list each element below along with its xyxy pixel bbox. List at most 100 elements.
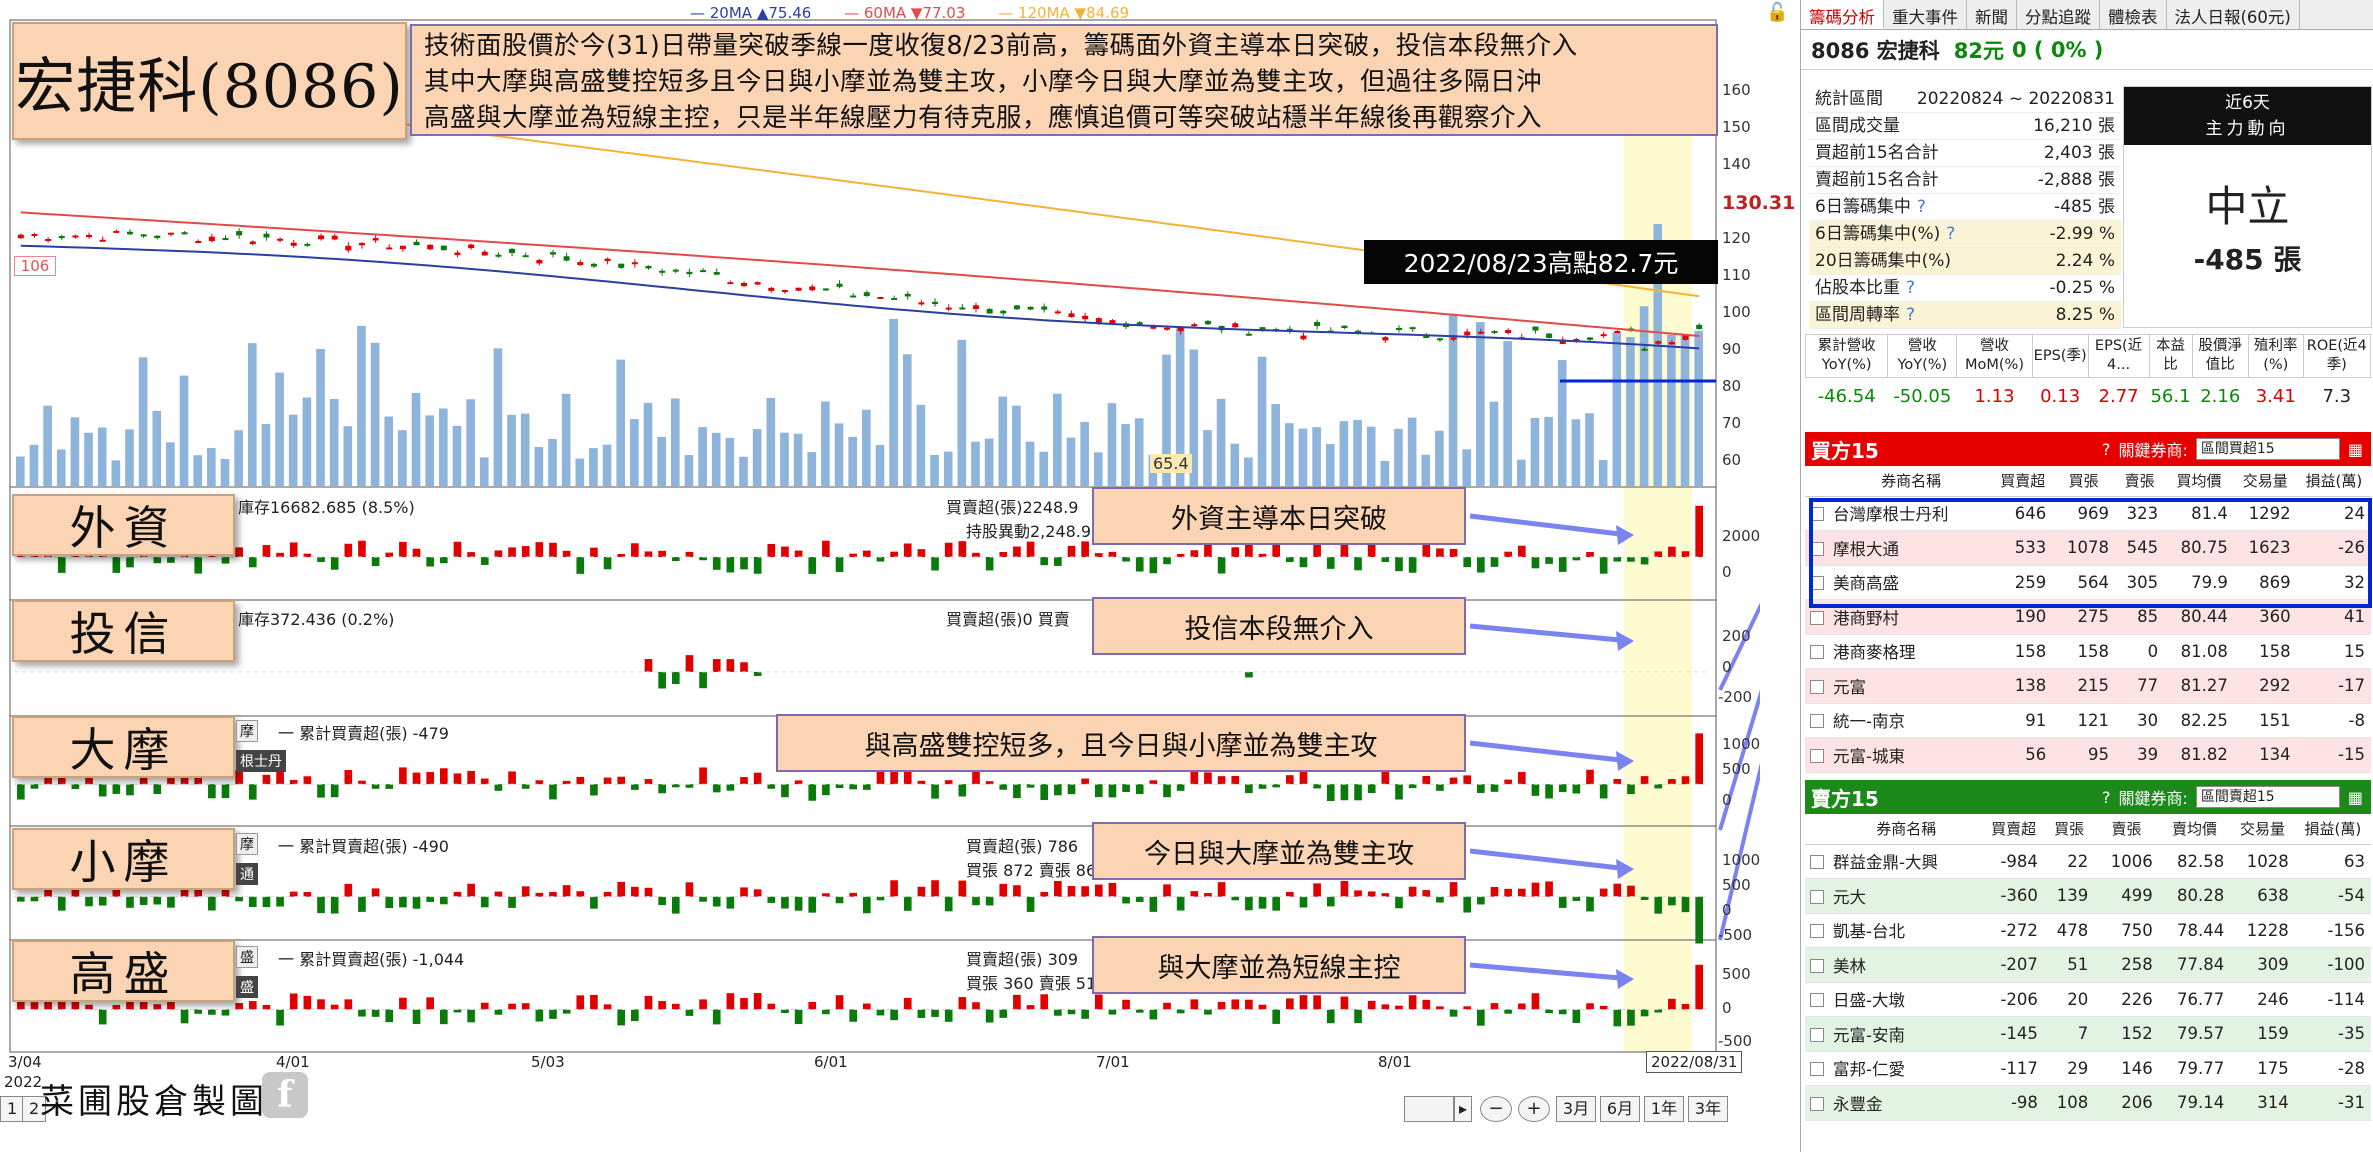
row-checkbox[interactable]	[1805, 1016, 1829, 1052]
checkbox-icon[interactable]	[1810, 993, 1824, 1008]
row-checkbox[interactable]	[1805, 913, 1829, 948]
chart-toggle-icon[interactable]: ▦	[2348, 788, 2363, 807]
checkbox-icon[interactable]	[1810, 958, 1824, 973]
broker-header[interactable]: 交易量	[2233, 466, 2297, 497]
chart-toggle-icon[interactable]: ▦	[2348, 440, 2363, 459]
checkbox-icon[interactable]	[1810, 924, 1824, 939]
broker-header[interactable]: 賣均價	[2158, 814, 2231, 845]
tab-branch-tracking[interactable]: 分點追蹤	[2017, 0, 2100, 29]
netbuy-bar	[153, 1004, 162, 1010]
checkbox-icon[interactable]	[1810, 679, 1824, 694]
row-checkbox[interactable]	[1805, 1085, 1829, 1121]
broker-row[interactable]: 元富-安南 -145 7 152 79.57 159 -35	[1805, 1016, 2371, 1052]
page-button[interactable]: 1	[0, 1096, 25, 1122]
lock-icon[interactable]: 🔓	[1766, 2, 1788, 23]
help-icon[interactable]: ?	[1946, 224, 1955, 244]
broker-cell: 138	[1993, 668, 2053, 704]
tab-major-events[interactable]: 重大事件	[1884, 0, 1967, 29]
row-checkbox[interactable]	[1805, 947, 1829, 983]
volume-bar	[398, 430, 407, 486]
broker-header[interactable]: 券商名稱	[1829, 466, 1994, 497]
zoom-in-icon[interactable]: +	[1518, 1096, 1550, 1122]
row-checkbox[interactable]	[1805, 634, 1829, 669]
broker-row[interactable]: 元大 -360 139 499 80.28 638 -54	[1805, 878, 2371, 914]
checkbox-icon[interactable]	[1810, 714, 1824, 729]
play-icon[interactable]: ▸	[1454, 1096, 1472, 1122]
x-axis-date: 3/04	[8, 1053, 42, 1071]
period-6m-button[interactable]: 6月	[1600, 1096, 1640, 1122]
zoom-out-icon[interactable]: −	[1480, 1096, 1512, 1122]
help-icon[interactable]: ?	[1917, 197, 1926, 217]
broker-row[interactable]: 統一-南京 91 121 30 82.25 151 -8	[1805, 703, 2371, 738]
checkbox-icon[interactable]	[1810, 748, 1824, 763]
tab-institutional-daily[interactable]: 法人日報(60元)	[2167, 0, 2300, 29]
broker-row[interactable]: 元富-城東 56 95 39 81.82 134 -15	[1805, 737, 2371, 773]
broker-header[interactable]: 損益(萬)	[2294, 814, 2371, 845]
period-1y-button[interactable]: 1年	[1644, 1096, 1684, 1122]
broker-row[interactable]: 富邦-仁愛 -117 29 146 79.77 175 -28	[1805, 1051, 2371, 1086]
row-checkbox[interactable]	[1805, 1051, 1829, 1086]
checkbox-icon[interactable]	[1810, 1096, 1824, 1111]
netbuy-bar	[740, 777, 748, 785]
chart-area[interactable]: — 20MA ▲75.46 — 60MA ▼77.03 — 120MA ▼84.…	[0, 0, 1795, 1152]
checkbox-icon[interactable]	[1810, 855, 1824, 870]
help-icon[interactable]: ?	[2102, 440, 2111, 459]
netbuy-bar	[167, 896, 175, 908]
broker-header[interactable]: 券商名稱	[1829, 814, 1984, 845]
broker-header[interactable]: 買賣超	[1983, 814, 2044, 845]
netbuy-bar	[863, 550, 871, 558]
checkbox-icon[interactable]	[1810, 1062, 1824, 1077]
broker-header[interactable]: 買均價	[2164, 466, 2234, 497]
help-icon[interactable]: ?	[2102, 788, 2111, 807]
broker-header[interactable]: 買張	[2043, 814, 2095, 845]
broker-header[interactable]: 賣張	[2094, 814, 2159, 845]
row-checkbox[interactable]	[1805, 982, 1829, 1017]
help-icon[interactable]: ?	[1906, 278, 1915, 298]
netbuy-bar	[1531, 882, 1540, 897]
goldman-toggle[interactable]: 盛	[236, 946, 258, 968]
period-3y-button[interactable]: 3年	[1688, 1096, 1728, 1122]
row-checkbox[interactable]	[1805, 737, 1829, 773]
broker-row[interactable]: 港商麥格理 158 158 0 81.08 158 15	[1805, 634, 2371, 669]
volume-bar	[138, 357, 148, 486]
checkbox-icon[interactable]	[1810, 645, 1824, 660]
broker-header[interactable]: 損益(萬)	[2296, 466, 2371, 497]
tab-health-check[interactable]: 體檢表	[2100, 0, 2167, 29]
price-chart-canvas[interactable]	[0, 0, 1760, 1152]
help-icon[interactable]: ?	[1906, 305, 1915, 325]
range-input[interactable]	[1404, 1096, 1454, 1122]
broker-header[interactable]: 買賣超	[1993, 466, 2053, 497]
volume-bar	[561, 393, 571, 486]
facebook-icon[interactable]: f	[262, 1072, 308, 1118]
checkbox-icon[interactable]	[1810, 889, 1824, 904]
broker-header[interactable]: 賣張	[2115, 466, 2165, 497]
jpmorgan-toggle[interactable]: 摩	[236, 833, 258, 855]
broker-row[interactable]: 永豐金 -98 108 206 79.14 314 -31	[1805, 1085, 2371, 1121]
buy-range-select[interactable]: 區間買超15	[2195, 438, 2340, 460]
tab-news[interactable]: 新聞	[1967, 0, 2017, 29]
goldman-netbuy: 買賣超(張) 309	[966, 950, 1079, 969]
netbuy-bar	[794, 780, 803, 785]
broker-header[interactable]: 買張	[2052, 466, 2116, 497]
morgan-stanley-toggle[interactable]: 摩	[236, 720, 258, 742]
netbuy-bar	[740, 557, 748, 570]
row-checkbox[interactable]	[1805, 668, 1829, 704]
checkbox-icon[interactable]	[1810, 610, 1824, 625]
sell-range-select[interactable]: 區間賣超15	[2195, 786, 2340, 808]
broker-row[interactable]: 美林 -207 51 258 77.84 309 -100	[1805, 947, 2371, 983]
checkbox-icon[interactable]	[1810, 1027, 1824, 1042]
netbuy-bar	[767, 896, 776, 903]
broker-header[interactable]: 交易量	[2230, 814, 2295, 845]
broker-row[interactable]: 日盛-大墩 -206 20 226 76.77 246 -114	[1805, 982, 2371, 1017]
row-checkbox[interactable]	[1805, 844, 1829, 879]
period-3m-button[interactable]: 3月	[1556, 1096, 1596, 1122]
broker-row[interactable]: 元富 138 215 77 81.27 292 -17	[1805, 668, 2371, 704]
volume-bar	[1244, 457, 1253, 486]
volume-bar	[16, 456, 25, 486]
broker-row[interactable]: 凱基-台北 -272 478 750 78.44 1228 -156	[1805, 913, 2371, 948]
broker-row[interactable]: 群益金鼎-大興 -984 22 1006 82.58 1028 63	[1805, 844, 2371, 879]
row-checkbox[interactable]	[1805, 878, 1829, 914]
volume-bar	[466, 399, 475, 486]
row-checkbox[interactable]	[1805, 703, 1829, 738]
tab-chip-analysis[interactable]: 籌碼分析	[1801, 0, 1884, 29]
